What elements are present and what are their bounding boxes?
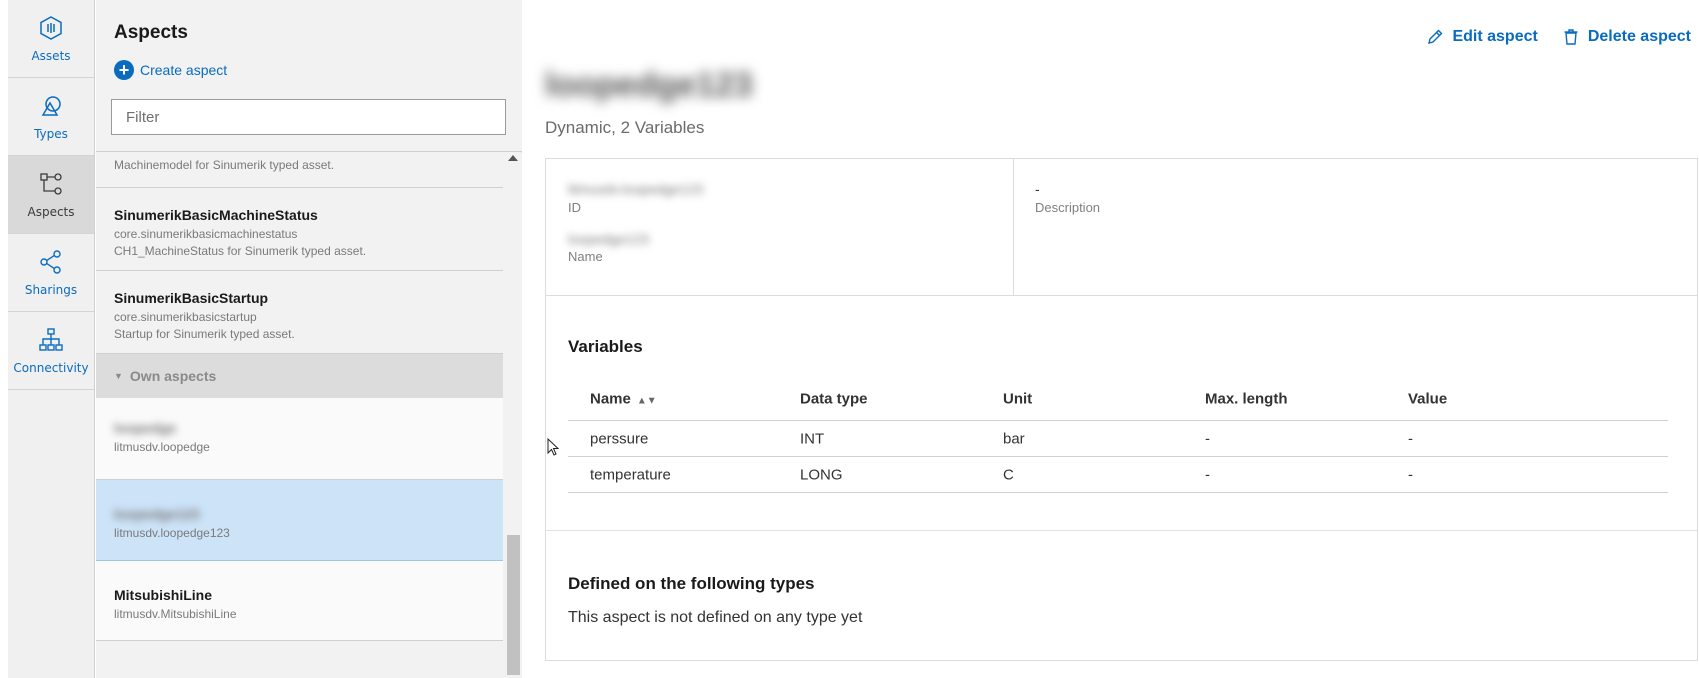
nav-item-types[interactable]: Types [8, 78, 94, 156]
cell-value: - [1408, 466, 1413, 483]
cell-data-type: INT [800, 430, 825, 447]
cell-value: - [1408, 430, 1413, 447]
list-item-title: SinumerikBasicStartup [114, 290, 269, 306]
group-label: Own aspects [129, 368, 217, 384]
nav-item-sharings[interactable]: Sharings [8, 234, 94, 312]
create-aspect-label: Create aspect [140, 62, 228, 78]
cell-data-type: LONG [800, 466, 843, 483]
list-item-desc: Machinemodel for Sinumerik typed asset. [114, 158, 335, 172]
types-text: This aspect is not defined on any type y… [568, 609, 863, 626]
types-title: Defined on the following types [568, 574, 815, 593]
cell-max-length: - [1205, 430, 1210, 447]
nav-label-connectivity: Connectivity [13, 360, 89, 375]
column-header-name[interactable]: Name ▲▼ [590, 390, 657, 407]
section-divider [546, 530, 1697, 531]
description-label: Description [1035, 200, 1101, 215]
list-item-id: core.sinumerikbasicmachinemodel [114, 153, 503, 155]
share-icon [40, 249, 61, 274]
info-right: - Description [1014, 159, 1697, 296]
caret-down-icon: ▼ [114, 371, 123, 381]
list-item[interactable]: SinumerikBasicStartup core.sinumerikbasi… [96, 271, 503, 354]
info-left: litmusdv.loopedge123 ID loopedge123 Name [546, 159, 1014, 296]
types-icon [41, 95, 61, 116]
column-header-data-type: Data type [800, 390, 868, 407]
nav-label-types: Types [34, 126, 68, 141]
sort-icon[interactable]: ▲▼ [637, 395, 657, 406]
nav-label-aspects: Aspects [27, 204, 75, 219]
scrollbar[interactable] [505, 153, 522, 678]
detail-actions: Edit aspect Delete aspect [1402, 28, 1691, 46]
cell-unit: C [1003, 466, 1014, 483]
list-item-id: litmusdv.loopedge [114, 440, 210, 454]
list-item[interactable]: core.sinumerikbasicmachinemodel Machinem… [96, 153, 503, 188]
variables-table: Name ▲▼ Data type Unit Max. length Value … [568, 377, 1668, 493]
aspect-heading: loopedge123 [545, 66, 753, 104]
list-item-id: core.sinumerikbasicstartup [114, 310, 257, 324]
variables-title: Variables [568, 337, 643, 356]
list-item-title: SinumerikBasicMachineStatus [114, 207, 318, 223]
list-title: Aspects [114, 22, 188, 43]
aspects-icon [40, 172, 62, 195]
pencil-icon [1428, 29, 1443, 44]
filter-input[interactable] [111, 99, 506, 135]
aspect-detail-card: litmusdv.loopedge123 ID loopedge123 Name… [545, 158, 1698, 661]
cell-unit: bar [1003, 430, 1025, 447]
cell-name: perssure [590, 430, 649, 447]
list-item-id: litmusdv.loopedge123 [114, 526, 230, 540]
scroll-up-icon[interactable] [508, 155, 518, 161]
list-item-id: core.sinumerikbasicmachinestatus [114, 227, 298, 241]
connectivity-icon [39, 327, 63, 351]
aspect-detail-pane: Edit aspect Delete aspect loopedge123 Dy… [523, 0, 1699, 678]
table-header-row: Name ▲▼ Data type Unit Max. length Value [568, 377, 1668, 421]
edit-aspect-button[interactable]: Edit aspect [1426, 28, 1538, 46]
nav-label-sharings: Sharings [24, 282, 78, 297]
trash-icon [1564, 29, 1578, 45]
nav-item-connectivity[interactable]: Connectivity [8, 312, 94, 390]
nav-label-assets: Assets [31, 48, 71, 63]
edit-aspect-label: Edit aspect [1452, 28, 1538, 45]
create-aspect-button[interactable]: + Create aspect [114, 60, 227, 80]
description-value: - [1035, 181, 1040, 197]
id-label: ID [568, 200, 581, 215]
column-header-value: Value [1408, 390, 1448, 407]
table-row: perssure INT bar - - [568, 421, 1668, 457]
plus-circle-icon: + [114, 60, 134, 80]
column-header-unit: Unit [1003, 390, 1033, 407]
list-item[interactable]: SinumerikBasicMachineStatus core.sinumer… [96, 188, 503, 271]
aspects-list-panel: Aspects + Create aspect core.sinumerikba… [96, 0, 522, 678]
list-item-desc: Startup for Sinumerik typed asset. [114, 327, 295, 341]
assets-icon [40, 15, 62, 40]
id-value: litmusdv.loopedge123 [568, 181, 704, 197]
list-item-title: MitsubishiLine [114, 587, 212, 603]
list-item-title: loopedge [114, 420, 177, 436]
list-item[interactable]: loopedge litmusdv.loopedge [96, 398, 503, 480]
table-row: temperature LONG C - - [568, 457, 1668, 493]
delete-aspect-button[interactable]: Delete aspect [1562, 28, 1691, 46]
aspect-subheading: Dynamic, 2 Variables [545, 118, 705, 137]
column-header-max-length: Max. length [1205, 390, 1288, 407]
list-item-id: litmusdv.MitsubishiLine [114, 607, 237, 621]
cell-max-length: - [1205, 466, 1210, 483]
name-value: loopedge123 [568, 231, 649, 247]
aspects-scroll-area[interactable]: core.sinumerikbasicmachinemodel Machinem… [96, 153, 522, 678]
name-label: Name [568, 249, 603, 264]
delete-aspect-label: Delete aspect [1587, 28, 1691, 45]
mouse-cursor-icon [547, 438, 559, 456]
own-aspects-group-header[interactable]: ▼ Own aspects [96, 354, 503, 398]
nav-item-assets[interactable]: Assets [8, 0, 94, 78]
nav-item-aspects[interactable]: Aspects [8, 156, 94, 234]
cell-name: temperature [590, 466, 671, 483]
list-item-desc: CH1_MachineStatus for Sinumerik typed as… [114, 244, 367, 258]
scroll-thumb[interactable] [507, 535, 520, 675]
nav-rail: Assets Types Aspects Sharings Connectivi… [8, 0, 95, 678]
list-header: Aspects + Create aspect [96, 0, 522, 152]
list-item-selected[interactable]: loopedge123 litmusdv.loopedge123 [96, 480, 503, 561]
list-item[interactable]: MitsubishiLine litmusdv.MitsubishiLine [96, 561, 503, 641]
list-item-title: loopedge123 [114, 506, 200, 522]
